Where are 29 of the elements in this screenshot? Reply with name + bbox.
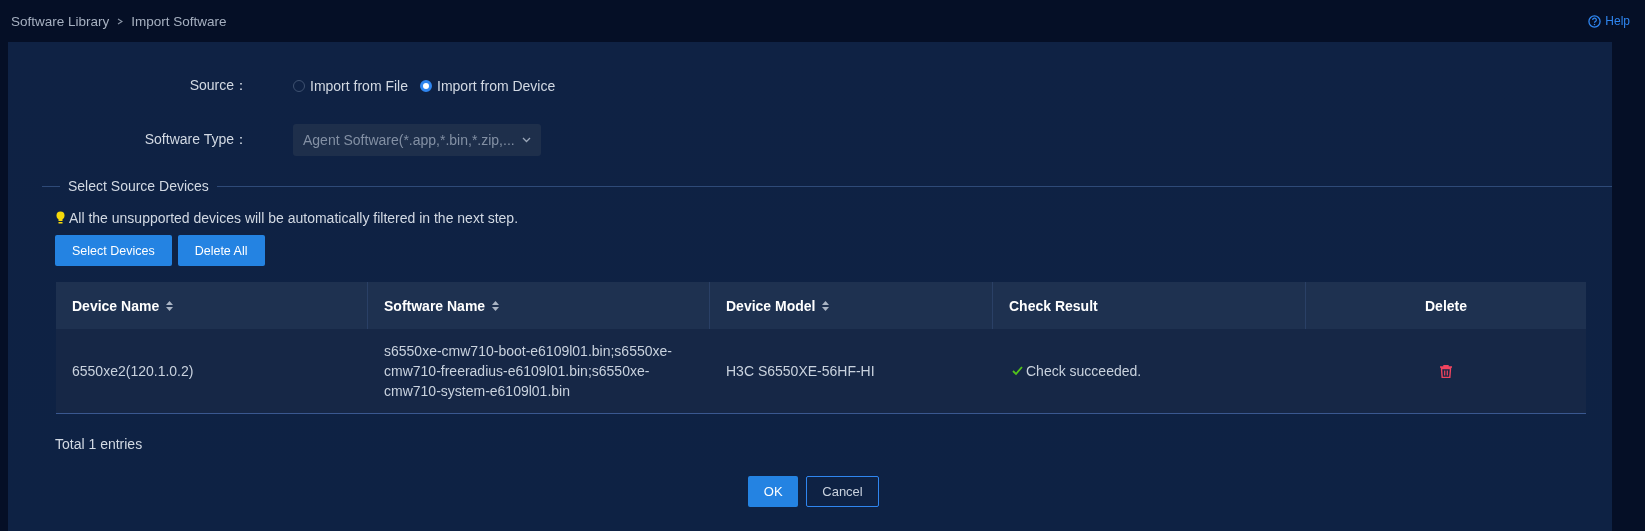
check-result-text: Check succeeded. (1026, 362, 1142, 381)
table-cell-text: 6550xe2(120.1.0.2) (71, 362, 195, 381)
radio-option[interactable]: Import from File (293, 78, 408, 94)
check-icon (1012, 366, 1023, 376)
tip-text: All the unsupported devices will be automatically filtered in the next step. (69, 210, 519, 226)
sort-icon[interactable] (166, 300, 174, 311)
breadcrumb-item: Import Software (131, 13, 227, 29)
breadcrumb-item[interactable]: Software Library (11, 13, 110, 29)
ok-button[interactable]: OK (748, 476, 799, 507)
field-label: Source： (188, 77, 249, 95)
table-cell-text: s6550xe-cmw710-boot-e6109l01.bin;s6550xe-cmw710-freeradius-e6109l01.bin;s6550xe-cmw710-system-e6109l01.bin (383, 342, 673, 401)
sort-icon[interactable] (492, 300, 500, 311)
radio-option[interactable]: Import from Device (420, 78, 556, 94)
delete-icon[interactable] (1440, 364, 1452, 378)
total-count: Total 1 entries (55, 436, 144, 452)
action-button[interactable]: Delete All (177, 235, 265, 266)
breadcrumb-separator-icon (117, 17, 124, 25)
sort-icon[interactable] (822, 300, 830, 311)
help-icon (1588, 14, 1602, 28)
table-cell-text: H3C S6550XE-56HF-HI (725, 362, 876, 381)
column-header[interactable]: Delete (1306, 282, 1586, 329)
field-label: Software Type： (143, 131, 249, 149)
lightbulb-icon (56, 211, 65, 225)
section-title: Select Source Devices (68, 178, 209, 194)
help-link[interactable]: Help (1588, 14, 1630, 28)
cancel-button[interactable]: Cancel (806, 476, 879, 507)
radio-button[interactable] (420, 80, 432, 92)
chevron-down-icon (522, 137, 531, 143)
action-button[interactable]: Select Devices (55, 235, 172, 266)
